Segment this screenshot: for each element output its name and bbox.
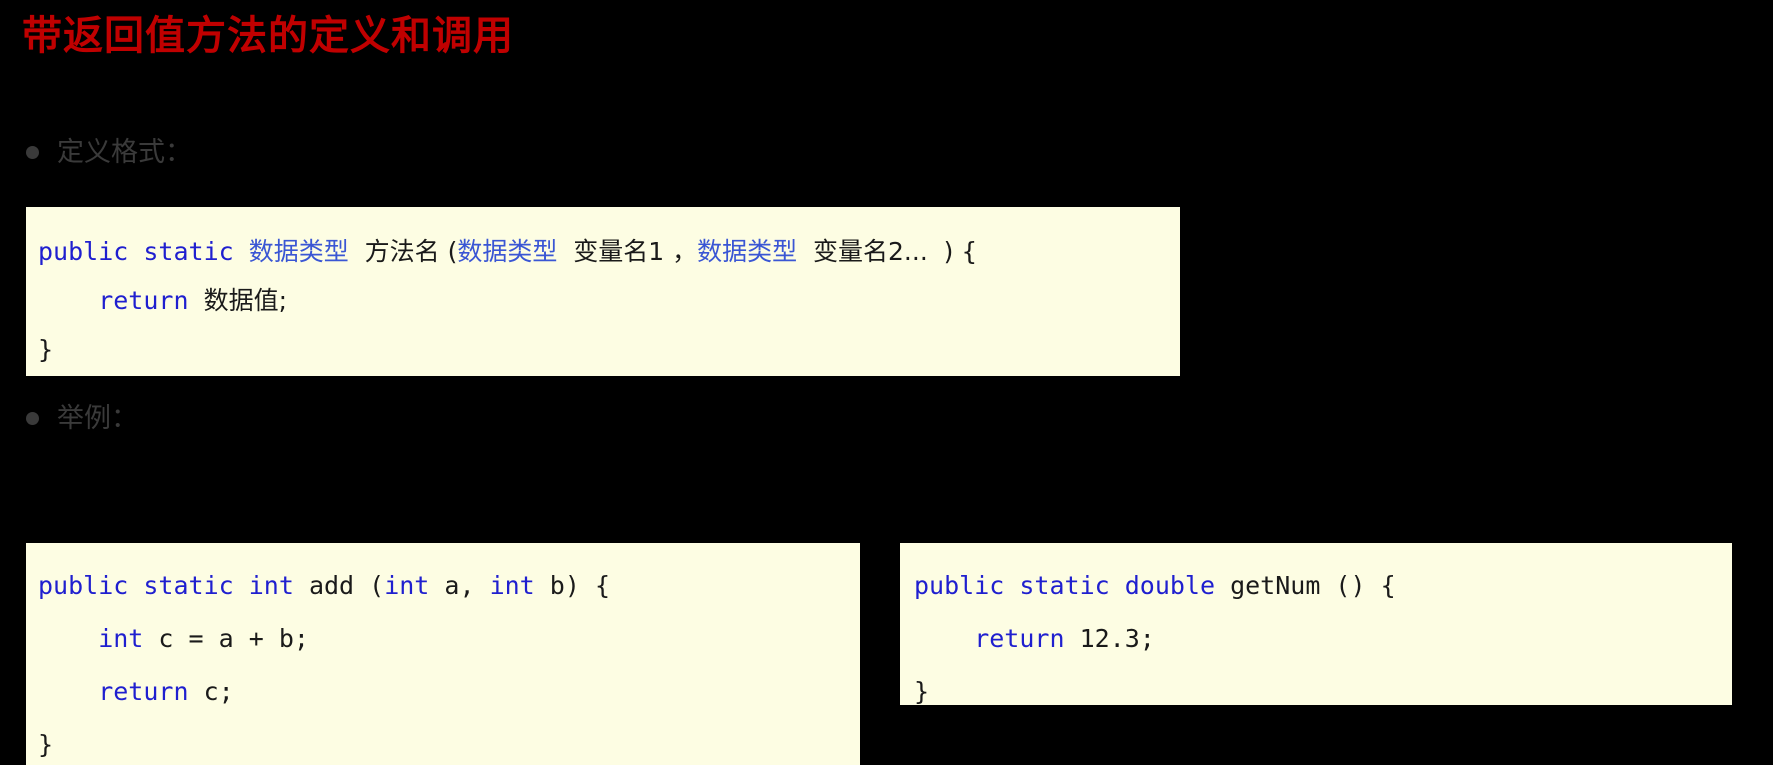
code-token-return-value: c;	[203, 677, 234, 706]
bullet-item-label: 举例：	[57, 403, 138, 433]
bullet-item-example: 举例：	[26, 402, 138, 434]
code-token-return-keyword: return	[38, 286, 204, 315]
code-token-return-value: 数据值;	[203, 286, 288, 315]
code-token-closing-brace: }	[914, 677, 930, 705]
code-token-return-keyword: return	[38, 677, 204, 706]
code-token-keyword: public static double	[914, 571, 1231, 600]
code-line: public static 数据类型 方法名 (数据类型 变量名1 ，数据类型 …	[38, 227, 1180, 276]
code-token-expression: c = a + b;	[158, 624, 309, 653]
bullet-item-definition-format: 定义格式：	[26, 136, 192, 168]
code-token-param-name-1: a,	[429, 571, 490, 600]
code-token-return-value: 12.3;	[1079, 624, 1155, 653]
code-line: }	[38, 325, 1180, 374]
code-line: public static double getNum () {	[914, 559, 1732, 612]
code-token-closing-brace: }	[38, 730, 54, 759]
code-token-param-type-2: 数据类型	[697, 237, 798, 266]
bullet-item-label: 定义格式：	[57, 137, 192, 167]
code-block-example-add: public static int add (int a, int b) { i…	[26, 543, 860, 765]
page-title: 带返回值方法的定义和调用	[22, 13, 514, 58]
code-token-param-type-1: int	[384, 571, 430, 600]
code-block-example-getnum: public static double getNum () { return …	[900, 543, 1732, 705]
code-token-keyword: public static	[38, 237, 249, 266]
code-token-method-name: getNum () {	[1230, 571, 1396, 600]
code-line: public static int add (int a, int b) {	[38, 559, 860, 612]
code-token-param-name-1: 变量名1 ，	[557, 237, 698, 266]
code-token-param-type-1: 数据类型	[457, 237, 558, 266]
code-token-param-name-2: 变量名2... ) {	[797, 237, 978, 266]
bullet-circle-icon	[26, 145, 39, 159]
code-line: }	[38, 718, 860, 765]
bullet-circle-icon	[26, 411, 39, 425]
code-line: int c = a + b;	[38, 612, 860, 665]
code-token-method-name: add (	[308, 571, 385, 600]
code-token-return-keyword: return	[914, 624, 1080, 653]
code-token-return-type: 数据类型	[248, 237, 349, 266]
code-token-param-type-2: int	[489, 571, 535, 600]
code-line: return 数据值;	[38, 276, 1180, 325]
code-token-param-name-2: b) {	[534, 571, 610, 600]
code-line: }	[914, 665, 1732, 705]
code-token-closing-brace: }	[38, 335, 54, 364]
code-line: return 12.3;	[914, 612, 1732, 665]
code-token-type-int: int	[38, 624, 159, 653]
code-token-keyword: public static int	[38, 571, 309, 600]
code-token-method-name: 方法名 (	[348, 237, 458, 266]
code-block-method-format: public static 数据类型 方法名 (数据类型 变量名1 ，数据类型 …	[26, 207, 1180, 376]
code-line: return c;	[38, 665, 860, 718]
